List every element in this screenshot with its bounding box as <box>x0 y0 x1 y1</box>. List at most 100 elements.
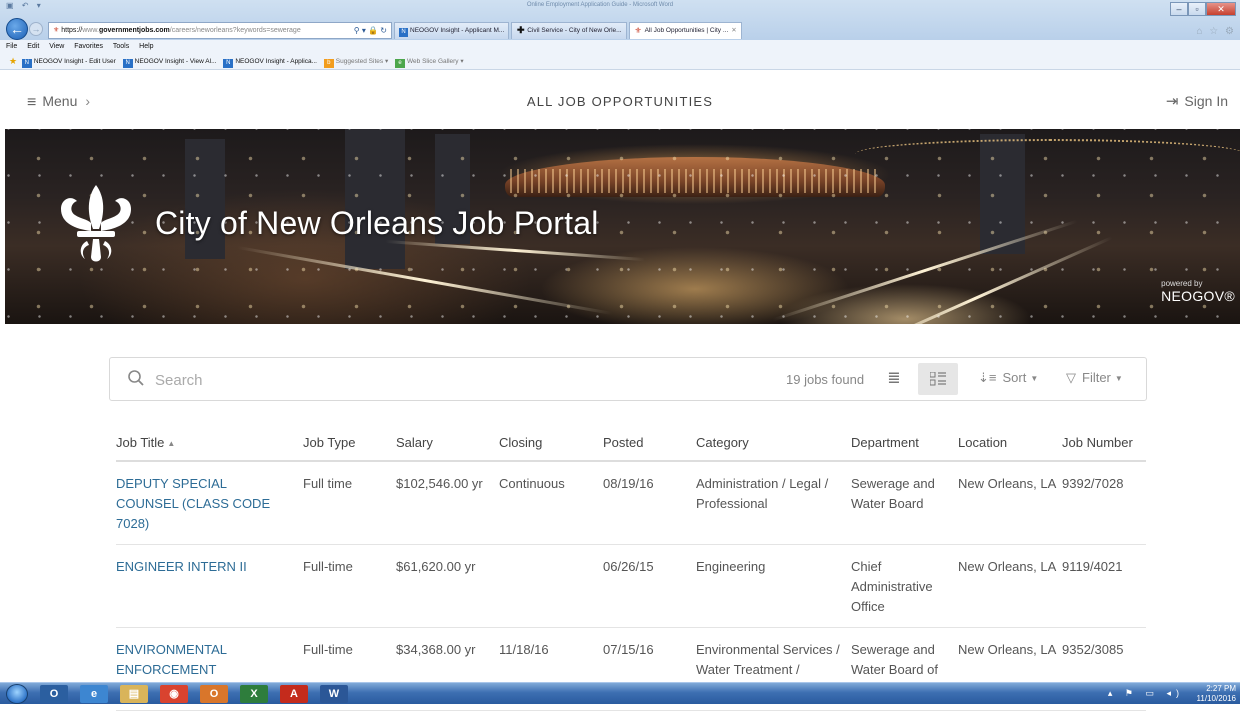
browser-titlebar: ▣ ↶ ▾ Online Employment Application Guid… <box>0 0 1240 40</box>
job-title-link[interactable]: ENGINEER INTERN II <box>116 559 247 574</box>
close-window-button[interactable]: ✕ <box>1206 2 1236 16</box>
sign-in-icon: ⇥ <box>1165 93 1179 110</box>
card-view-toggle[interactable] <box>918 363 958 395</box>
sort-ascending-icon: ▲ <box>167 439 176 448</box>
menu-edit[interactable]: Edit <box>27 43 39 50</box>
acrobat-taskbar-icon[interactable]: A <box>280 685 308 703</box>
column-header-job-type[interactable]: Job Type <box>303 425 396 462</box>
tab-neogov-insight[interactable]: N NEOGOV Insight - Applicant M... <box>394 22 510 39</box>
search-icon <box>128 370 144 386</box>
fleur-de-lis-logo-icon <box>61 185 131 262</box>
chrome-taskbar-icon[interactable]: ◉ <box>160 685 188 703</box>
hero-banner: City of New Orleans Job Portal powered b… <box>5 129 1240 324</box>
favorite-item[interactable]: N NEOGOV Insight - Applica... <box>223 58 317 68</box>
cell-job-title: ENGINEER INTERN II <box>116 544 303 628</box>
favorite-item[interactable]: N NEOGOV Insight - View Al... <box>122 58 217 68</box>
cell-job-number: 9119/4021 <box>1062 544 1146 628</box>
start-button[interactable] <box>6 684 28 704</box>
system-tray-icons[interactable]: ▴ ⚑ ▭ ◂) <box>1108 688 1184 699</box>
hamburger-icon: ≡ <box>27 94 37 111</box>
cell-department: Sewerage and Water Board <box>851 461 958 545</box>
column-header-location[interactable]: Location <box>958 425 1062 462</box>
internet-explorer-taskbar-icon[interactable]: e <box>80 685 108 703</box>
taskbar-clock[interactable]: 2:27 PM 11/10/2016 <box>1197 684 1236 704</box>
powered-by-neogov[interactable]: powered by NEOGOV® <box>1161 279 1235 306</box>
tab-all-job-opportunities[interactable]: ⚜ All Job Opportunities | City ... ✕ <box>628 22 742 39</box>
job-title-link[interactable]: DEPUTY SPECIAL COUNSEL (CLASS CODE 7028) <box>116 476 270 531</box>
sort-label: Sort <box>1002 370 1027 385</box>
column-header-closing[interactable]: Closing <box>499 425 603 462</box>
menu-file[interactable]: File <box>6 43 17 50</box>
sign-in-button[interactable]: ⇥ Sign In <box>1166 92 1228 110</box>
suggested-sites-icon: b <box>323 59 334 68</box>
clock-time: 2:27 PM <box>1206 684 1236 693</box>
favorite-label: Web Slice Gallery ▾ <box>407 58 464 65</box>
cell-posted: 08/19/16 <box>603 461 696 545</box>
outlook-taskbar-icon[interactable]: O <box>40 685 68 703</box>
column-header-category[interactable]: Category <box>696 425 851 462</box>
close-tab-icon[interactable]: ✕ <box>731 27 736 34</box>
list-icon: ≣ <box>887 370 901 387</box>
chevron-right-icon: › <box>85 93 91 109</box>
filter-dropdown[interactable]: ▽ Filter ▼ <box>1066 370 1123 386</box>
column-header-salary[interactable]: Salary <box>396 425 499 462</box>
url-scheme: https:// <box>61 27 83 34</box>
back-button[interactable]: ← <box>6 18 28 40</box>
cell-posted: 06/26/15 <box>603 544 696 628</box>
clock-date: 11/10/2016 <box>1196 694 1236 703</box>
menu-label: Menu <box>42 93 78 109</box>
home-favorites-icons[interactable]: ⌂ ☆ ⚙ <box>1196 26 1236 37</box>
column-header-job-number[interactable]: Job Number <box>1062 425 1146 462</box>
search-toolbar: 19 jobs found ≣ ⇣≡Sort▼ ▽Filter▼ <box>109 357 1147 401</box>
cell-department: Chief Administrative Office <box>851 544 958 628</box>
fleur-icon: ⚜ <box>634 26 642 35</box>
table-row: ENGINEER INTERN II Full-time $61,620.00 … <box>116 544 1146 628</box>
menu-button[interactable]: ≡ Menu › <box>27 93 90 112</box>
forward-button[interactable]: → <box>29 22 43 36</box>
cell-job-type: Full time <box>303 461 396 545</box>
table-header-row: Job Title ▲ Job Type Salary Closing Poste… <box>116 425 1146 462</box>
column-header-department[interactable]: Department <box>851 425 958 462</box>
page-title: ALL JOB OPPORTUNITIES <box>526 94 714 109</box>
cell-category: Administration / Legal / Professional <box>696 461 851 545</box>
sort-dropdown[interactable]: ⇣≡ Sort ▼ <box>978 370 1038 386</box>
list-view-toggle[interactable]: ≣ <box>882 368 906 392</box>
cell-salary: $102,546.00 yr <box>396 461 499 545</box>
column-header-posted[interactable]: Posted <box>603 425 696 462</box>
menu-tools[interactable]: Tools <box>113 43 129 50</box>
cell-job-number: 9392/7028 <box>1062 461 1146 545</box>
outlook-mail-taskbar-icon[interactable]: O <box>200 685 228 703</box>
favorite-item[interactable]: e Web Slice Gallery ▾ <box>395 58 464 68</box>
chevron-down-icon: ▼ <box>1030 374 1039 383</box>
menu-favorites[interactable]: Favorites <box>74 43 103 50</box>
url-host-prefix: www. <box>82 27 99 34</box>
cell-category: Engineering <box>696 544 851 628</box>
favorite-label: NEOGOV Insight - View Al... <box>134 58 217 65</box>
excel-taskbar-icon[interactable]: X <box>240 685 268 703</box>
neogov-icon: N <box>122 59 133 68</box>
url-path: /careers/neworleans?keywords=sewerage <box>169 27 301 34</box>
file-explorer-taskbar-icon[interactable]: ▤ <box>120 685 148 703</box>
address-tools-icons[interactable]: ⚲ ▾ 🔒 ↻ <box>354 23 387 38</box>
menu-view[interactable]: View <box>49 43 64 50</box>
column-label: Job Title <box>116 435 165 450</box>
favorites-bar: ★ N NEOGOV Insight - Edit User N NEOGOV In… <box>0 54 1240 70</box>
minimize-button[interactable]: – <box>1170 2 1188 16</box>
windows-taskbar: O e ▤ ◉ O X A W ▴ ⚑ ▭ ◂) 2:27 PM 11/10/2… <box>0 682 1240 704</box>
menu-help[interactable]: Help <box>139 43 153 50</box>
favorites-star-icon[interactable]: ★ <box>8 57 18 66</box>
word-taskbar-icon[interactable]: W <box>320 685 348 703</box>
tab-civil-service[interactable]: ✚ Civil Service - City of New Orle... <box>511 22 627 39</box>
address-bar[interactable]: ⚜ https://www.governmentjobs.com/careers… <box>48 22 392 39</box>
column-header-job-title[interactable]: Job Title ▲ <box>116 425 303 462</box>
favorite-label: NEOGOV Insight - Edit User <box>33 58 116 65</box>
search-input[interactable] <box>155 369 655 391</box>
favorite-item[interactable]: N NEOGOV Insight - Edit User <box>21 58 116 68</box>
url-host: governmentjobs.com <box>98 27 170 34</box>
neogov-icon: N <box>21 59 32 68</box>
cell-location: New Orleans, LA <box>958 461 1062 545</box>
maximize-button[interactable]: ▫ <box>1188 2 1206 16</box>
tab-label: Civil Service - City of New Orle... <box>527 27 622 34</box>
grid-list-icon <box>930 372 946 386</box>
favorite-item[interactable]: b Suggested Sites ▾ <box>323 58 388 68</box>
